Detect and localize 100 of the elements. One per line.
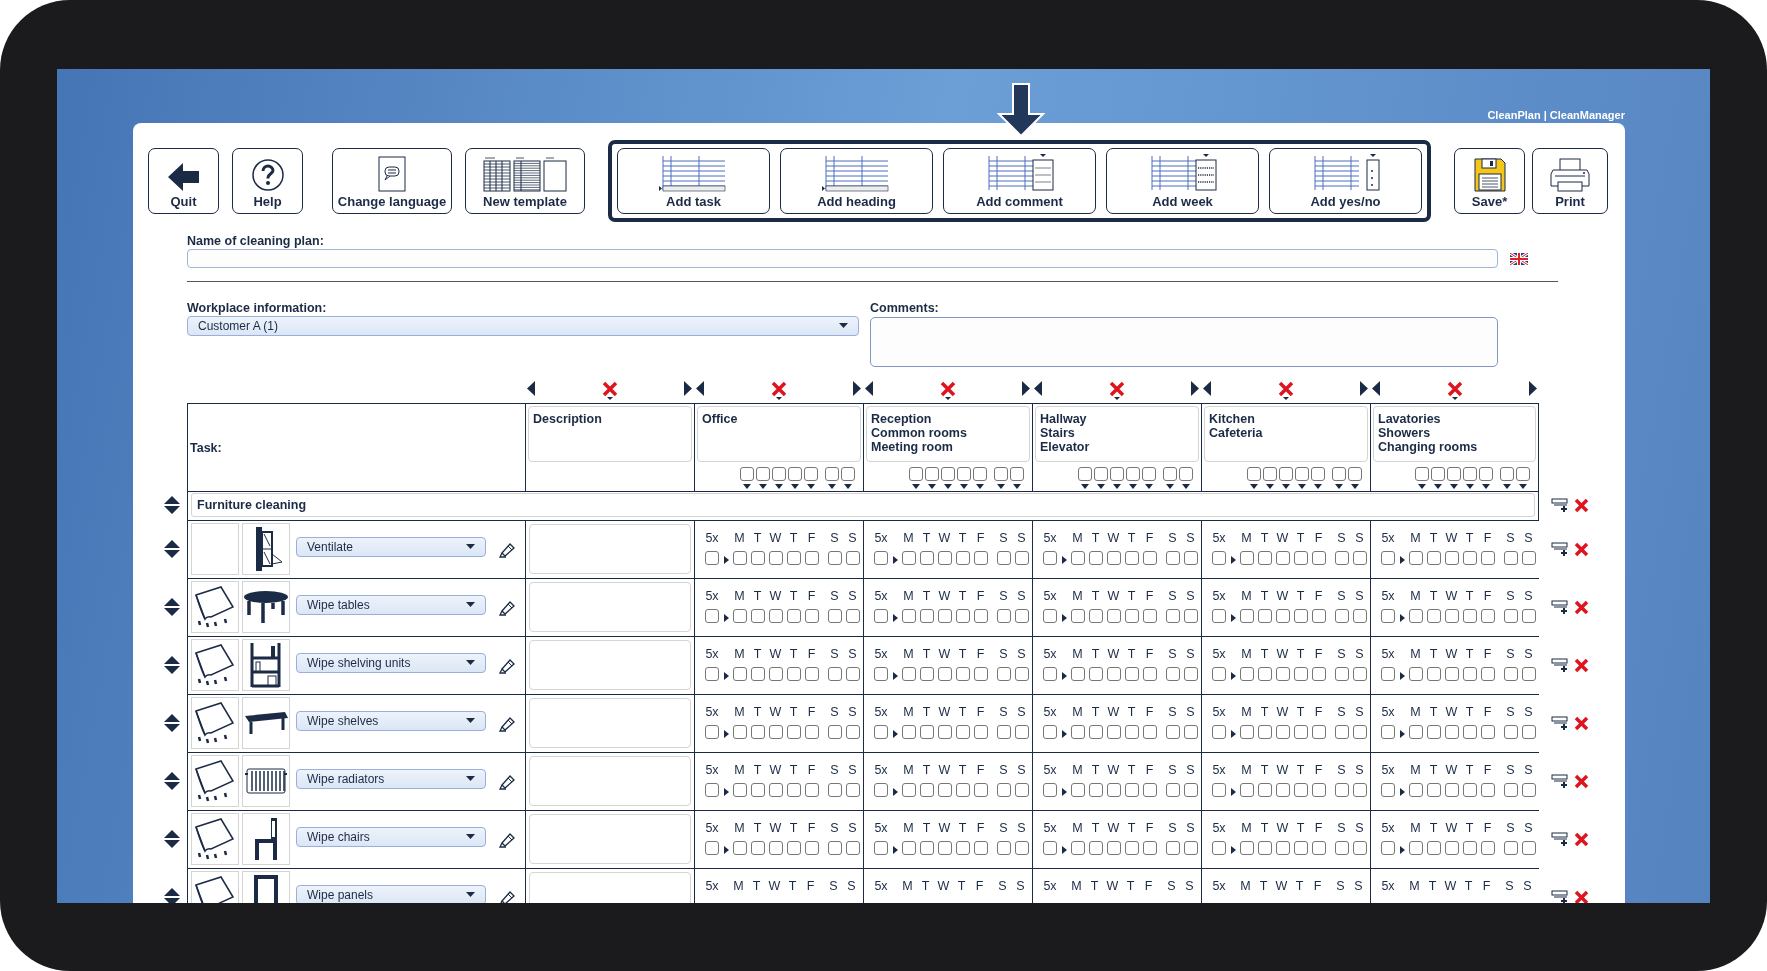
move-right-icon[interactable] bbox=[853, 381, 861, 396]
checkbox[interactable] bbox=[804, 667, 819, 681]
checkbox[interactable] bbox=[1179, 467, 1193, 481]
task-dropdown[interactable]: Wipe shelving units bbox=[296, 653, 486, 673]
checkbox[interactable] bbox=[1212, 725, 1226, 739]
checkbox[interactable] bbox=[845, 667, 860, 681]
checkbox[interactable] bbox=[1408, 841, 1423, 855]
description-field[interactable] bbox=[529, 756, 691, 806]
checkbox[interactable] bbox=[1212, 667, 1226, 681]
checkbox[interactable] bbox=[750, 551, 765, 565]
checkbox[interactable] bbox=[1239, 841, 1254, 855]
checkbox[interactable] bbox=[1462, 667, 1477, 681]
toolbar-button[interactable]: Add yes/no bbox=[1269, 148, 1422, 214]
checkbox[interactable] bbox=[1142, 551, 1157, 565]
checkbox[interactable] bbox=[1431, 467, 1445, 481]
checkbox[interactable] bbox=[732, 609, 747, 623]
checkbox[interactable] bbox=[1352, 725, 1367, 739]
checkbox[interactable] bbox=[1142, 667, 1157, 681]
checkbox[interactable] bbox=[1142, 725, 1157, 739]
checkbox[interactable] bbox=[1106, 551, 1121, 565]
checkbox[interactable] bbox=[1500, 467, 1514, 481]
sort-arrows-icon[interactable] bbox=[164, 539, 180, 559]
checkbox[interactable] bbox=[957, 467, 971, 481]
task-dropdown[interactable]: Wipe chairs bbox=[296, 827, 486, 847]
delete-column-icon[interactable] bbox=[1446, 381, 1463, 401]
checkbox[interactable] bbox=[1165, 609, 1180, 623]
checkbox[interactable] bbox=[1124, 841, 1139, 855]
checkbox[interactable] bbox=[1311, 551, 1326, 565]
checkbox[interactable] bbox=[804, 841, 819, 855]
checkbox[interactable] bbox=[804, 783, 819, 797]
checkbox[interactable] bbox=[1293, 725, 1308, 739]
checkbox[interactable] bbox=[705, 841, 719, 855]
checkbox[interactable] bbox=[1332, 467, 1346, 481]
checkbox[interactable] bbox=[705, 551, 719, 565]
checkbox[interactable] bbox=[955, 609, 970, 623]
checkbox[interactable] bbox=[955, 783, 970, 797]
checkbox[interactable] bbox=[1212, 551, 1226, 565]
checkbox[interactable] bbox=[1183, 841, 1198, 855]
checkbox[interactable] bbox=[996, 609, 1011, 623]
checkbox[interactable] bbox=[1094, 467, 1108, 481]
checkbox[interactable] bbox=[786, 783, 801, 797]
checkbox[interactable] bbox=[1106, 841, 1121, 855]
checkbox[interactable] bbox=[1521, 841, 1536, 855]
toolbar-button[interactable]: Add comment bbox=[943, 148, 1096, 214]
checkbox[interactable] bbox=[1165, 841, 1180, 855]
checkbox[interactable] bbox=[1275, 725, 1290, 739]
delete-icon[interactable] bbox=[1574, 497, 1589, 513]
pencil-icon[interactable] bbox=[498, 657, 516, 675]
checkbox[interactable] bbox=[1088, 667, 1103, 681]
move-right-icon[interactable] bbox=[1360, 381, 1368, 396]
pencil-icon[interactable] bbox=[498, 889, 516, 903]
delete-column-icon[interactable] bbox=[601, 381, 618, 401]
checkbox[interactable] bbox=[955, 725, 970, 739]
toolbar-button[interactable]: Print bbox=[1532, 148, 1608, 214]
checkbox[interactable] bbox=[874, 551, 888, 565]
checkbox[interactable] bbox=[1124, 725, 1139, 739]
checkbox[interactable] bbox=[845, 551, 860, 565]
toolbar-button[interactable]: Help bbox=[232, 148, 303, 214]
checkbox[interactable] bbox=[1088, 725, 1103, 739]
add-row-icon[interactable] bbox=[1551, 715, 1569, 731]
task-dropdown[interactable]: Wipe shelves bbox=[296, 711, 486, 731]
add-row-icon[interactable] bbox=[1551, 497, 1569, 513]
checkbox[interactable] bbox=[937, 609, 952, 623]
toolbar-button[interactable]: Add week bbox=[1106, 148, 1259, 214]
checkbox[interactable] bbox=[1444, 841, 1459, 855]
checkbox[interactable] bbox=[804, 467, 818, 481]
sort-arrows-icon[interactable] bbox=[164, 887, 180, 903]
checkbox[interactable] bbox=[901, 725, 916, 739]
checkbox[interactable] bbox=[1352, 609, 1367, 623]
checkbox[interactable] bbox=[1043, 551, 1057, 565]
checkbox[interactable] bbox=[1124, 551, 1139, 565]
checkbox[interactable] bbox=[1106, 783, 1121, 797]
checkbox[interactable] bbox=[919, 667, 934, 681]
checkbox[interactable] bbox=[973, 609, 988, 623]
checkbox[interactable] bbox=[1106, 725, 1121, 739]
checkbox[interactable] bbox=[874, 609, 888, 623]
delete-column-icon[interactable] bbox=[770, 381, 787, 401]
checkbox[interactable] bbox=[1142, 467, 1156, 481]
checkbox[interactable] bbox=[1014, 725, 1029, 739]
checkbox[interactable] bbox=[874, 841, 888, 855]
checkbox[interactable] bbox=[1480, 667, 1495, 681]
checkbox[interactable] bbox=[1381, 609, 1395, 623]
checkbox[interactable] bbox=[1247, 467, 1261, 481]
description-field[interactable] bbox=[529, 814, 691, 864]
pencil-icon[interactable] bbox=[498, 599, 516, 617]
sort-arrows-icon[interactable] bbox=[164, 829, 180, 849]
checkbox[interactable] bbox=[750, 725, 765, 739]
checkbox[interactable] bbox=[955, 667, 970, 681]
checkbox[interactable] bbox=[937, 725, 952, 739]
delete-column-icon[interactable] bbox=[1277, 381, 1294, 401]
add-row-icon[interactable] bbox=[1551, 773, 1569, 789]
checkbox[interactable] bbox=[786, 609, 801, 623]
task-dropdown[interactable]: Ventilate bbox=[296, 537, 486, 557]
delete-column-icon[interactable] bbox=[1108, 381, 1125, 401]
checkbox[interactable] bbox=[750, 609, 765, 623]
move-right-icon[interactable] bbox=[684, 381, 692, 396]
delete-icon[interactable] bbox=[1574, 541, 1589, 557]
checkbox[interactable] bbox=[1183, 551, 1198, 565]
checkbox[interactable] bbox=[845, 609, 860, 623]
checkbox[interactable] bbox=[768, 609, 783, 623]
